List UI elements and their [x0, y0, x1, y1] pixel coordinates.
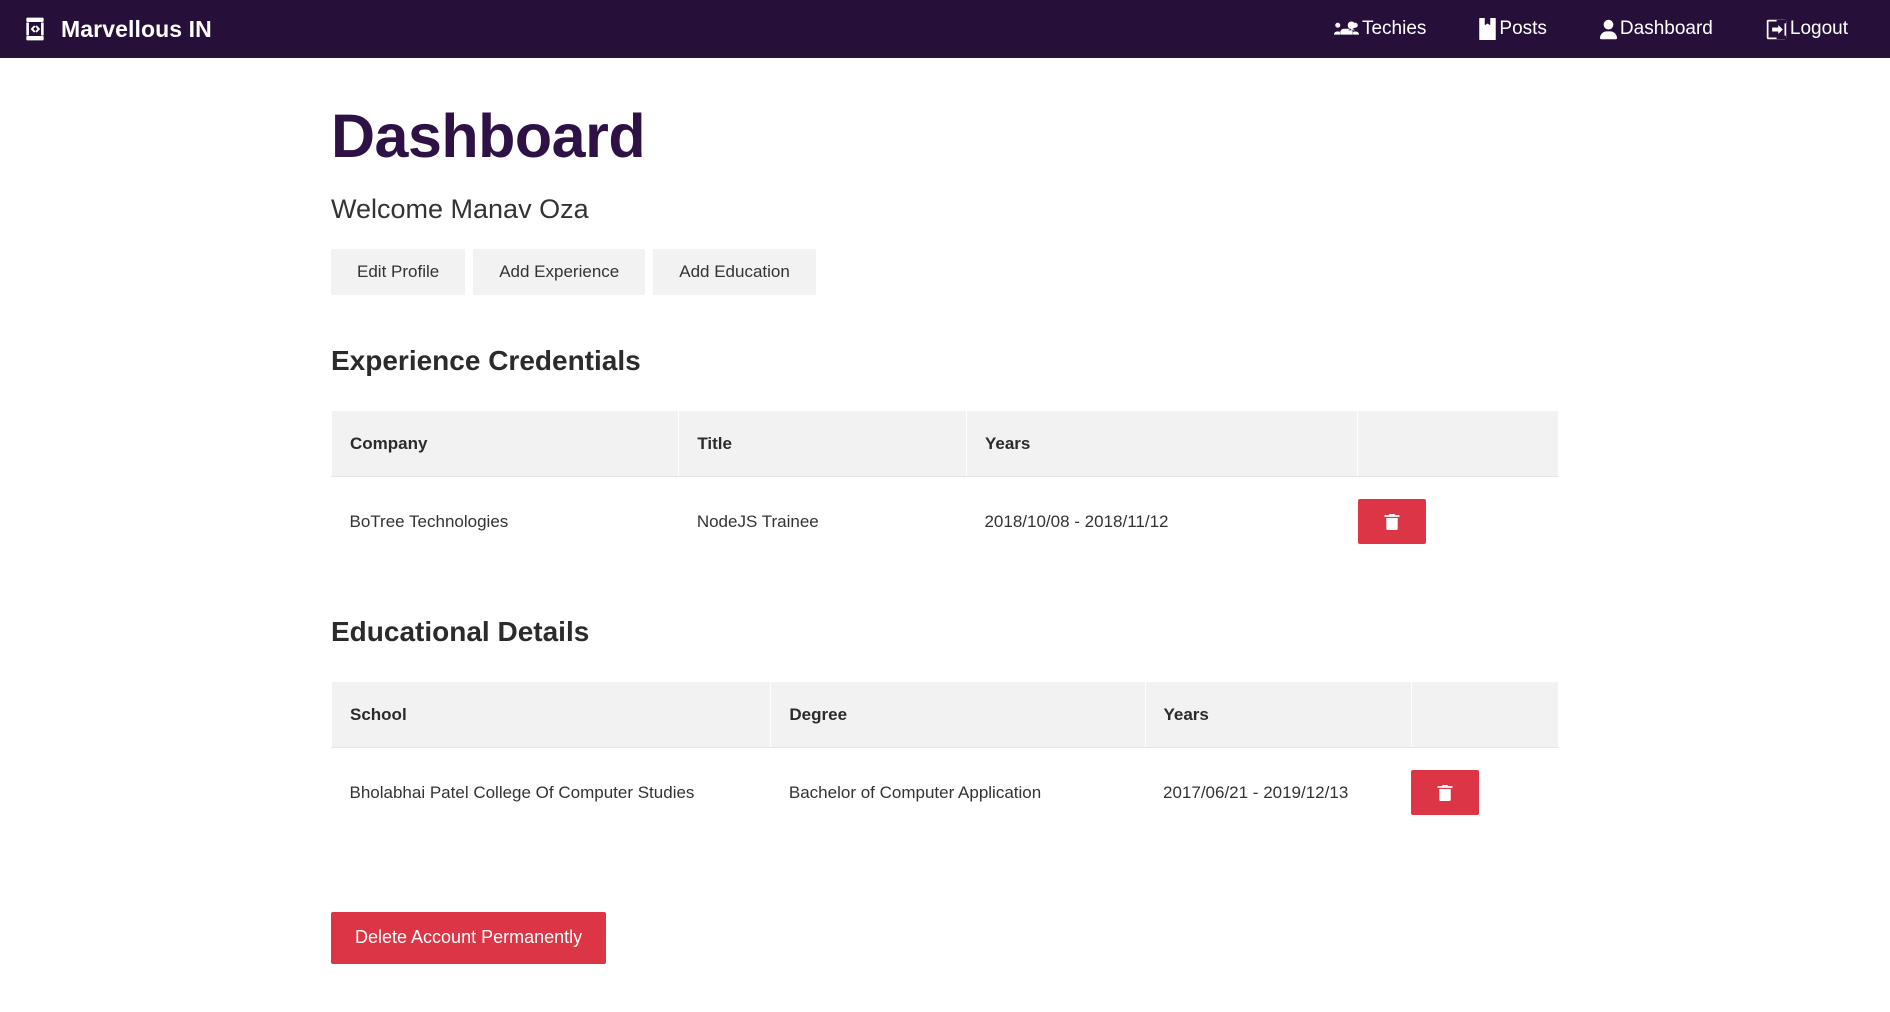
- users-icon: [1333, 19, 1359, 39]
- education-cell-years: 2017/06/21 - 2019/12/13: [1145, 747, 1412, 838]
- education-table-body: Bholabhai Patel College Of Computer Stud…: [331, 747, 1559, 838]
- trash-icon: [1437, 783, 1454, 803]
- education-col-actions: [1410, 681, 1560, 749]
- brand-logo-link[interactable]: Marvellous IN: [22, 16, 212, 43]
- nav-links: Techies Posts Dashboard Logout: [1333, 18, 1856, 40]
- experience-cell-company: BoTree Technologies: [331, 476, 679, 567]
- nav-item-techies[interactable]: Techies: [1333, 18, 1427, 40]
- nav-label-techies: Techies: [1361, 18, 1427, 39]
- nav-label-dashboard: Dashboard: [1619, 18, 1713, 39]
- trash-icon: [1384, 512, 1400, 532]
- table-row: Bholabhai Patel College Of Computer Stud…: [331, 747, 1559, 838]
- education-cell-school: Bholabhai Patel College Of Computer Stud…: [331, 747, 771, 838]
- experience-table: Company Title Years BoTree Technologies …: [330, 410, 1559, 567]
- edit-profile-button[interactable]: Edit Profile: [331, 249, 466, 296]
- sign-out-icon: [1766, 19, 1787, 40]
- experience-col-years: Years: [965, 410, 1359, 478]
- welcome-message: Welcome Manav Oza: [331, 194, 589, 225]
- code-laptop-icon: [22, 16, 48, 42]
- experience-col-company: Company: [330, 410, 680, 478]
- nav-item-dashboard[interactable]: Dashboard: [1599, 18, 1713, 40]
- experience-cell-years: 2018/10/08 - 2018/11/12: [966, 476, 1358, 567]
- delete-account-button[interactable]: Delete Account Permanently: [331, 912, 607, 964]
- add-experience-button[interactable]: Add Experience: [473, 249, 646, 296]
- nav-item-logout[interactable]: Logout: [1766, 18, 1848, 40]
- education-section-title: Educational Details: [331, 616, 590, 648]
- top-navbar: Marvellous IN Techies Posts Dashboard Lo…: [0, 0, 1890, 58]
- experience-col-title: Title: [678, 410, 967, 478]
- experience-table-body: BoTree Technologies NodeJS Trainee 2018/…: [331, 476, 1559, 567]
- book-bookmark-icon: [1479, 18, 1497, 40]
- table-header-row: School Degree Years: [330, 681, 1560, 749]
- education-table-head: School Degree Years: [330, 681, 1560, 749]
- education-cell-degree: Bachelor of Computer Application: [770, 747, 1145, 838]
- experience-section-title: Experience Credentials: [331, 345, 641, 377]
- delete-experience-button[interactable]: [1357, 499, 1426, 545]
- delete-account-section: Delete Account Permanently: [331, 912, 1559, 1003]
- education-cell-actions: [1411, 747, 1559, 838]
- education-col-degree: Degree: [770, 681, 1146, 749]
- brand-title: Marvellous IN: [61, 15, 212, 42]
- experience-cell-title: NodeJS Trainee: [678, 476, 967, 567]
- education-table: School Degree Years Bholabhai Patel Coll…: [330, 681, 1560, 838]
- education-col-years: Years: [1144, 681, 1412, 749]
- table-row: BoTree Technologies NodeJS Trainee 2018/…: [331, 476, 1559, 567]
- education-col-school: School: [330, 681, 772, 749]
- nav-label-logout: Logout: [1789, 18, 1848, 39]
- experience-col-actions: [1357, 410, 1559, 478]
- nav-label-posts: Posts: [1499, 18, 1547, 39]
- add-education-button[interactable]: Add Education: [653, 249, 816, 296]
- experience-table-head: Company Title Years: [330, 410, 1559, 478]
- nav-item-posts[interactable]: Posts: [1479, 18, 1547, 40]
- user-icon: [1599, 19, 1617, 40]
- delete-education-button[interactable]: [1411, 770, 1480, 816]
- profile-action-buttons: Edit Profile Add Experience Add Educatio…: [331, 249, 1559, 296]
- page-container: Dashboard Welcome Manav Oza Edit Profile…: [317, 102, 1573, 1004]
- page-title: Dashboard: [331, 102, 646, 170]
- experience-cell-actions: [1357, 476, 1559, 567]
- table-header-row: Company Title Years: [330, 410, 1559, 478]
